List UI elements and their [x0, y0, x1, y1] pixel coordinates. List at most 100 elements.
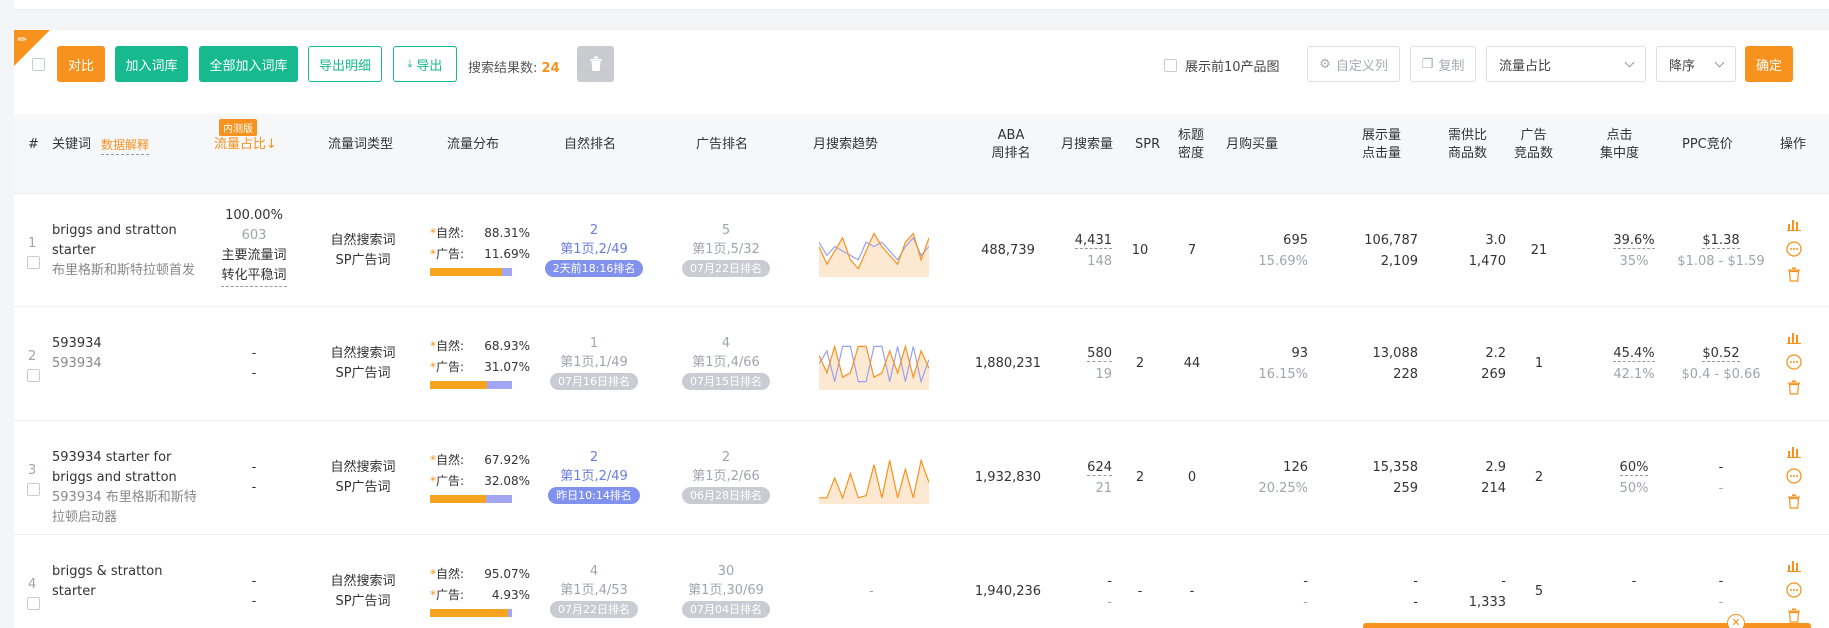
click-conc-value[interactable]: - — [1632, 574, 1637, 589]
data-explain-link[interactable]: 数据解释 — [101, 136, 150, 155]
traffic-share-count: - — [251, 366, 257, 381]
sp-word-label: SP广告词 — [335, 252, 391, 268]
more-icon[interactable] — [1786, 354, 1802, 370]
aba-line1: ABA — [997, 128, 1025, 143]
monthly-search-value[interactable]: - — [1107, 574, 1112, 589]
col-monthly-purchase[interactable]: 月购买量 — [1226, 136, 1278, 154]
sort-order-select[interactable]: 降序 — [1656, 46, 1736, 82]
bar-chart-icon[interactable] — [1787, 330, 1801, 344]
custom-columns-button[interactable]: ⚙ 自定义列 — [1307, 46, 1400, 82]
keyword-text[interactable]: 593934 — [52, 334, 202, 354]
col-impr-click[interactable]: 展示量 点击量 — [1362, 127, 1401, 163]
col-ad-products[interactable]: 广告 竞品数 — [1514, 127, 1553, 163]
close-icon[interactable]: ✕ — [1727, 614, 1745, 628]
col-traffic-share[interactable]: 流量占比↓ — [214, 136, 277, 154]
impr-click-cell: -- — [1324, 571, 1418, 613]
product-count-value: 214 — [1481, 481, 1506, 496]
organic-share-fill — [430, 381, 487, 389]
aba-rank[interactable]: 1,940,236 — [960, 581, 1056, 603]
keyword-text[interactable]: briggs & stratton starter — [52, 562, 202, 602]
click-conc-value[interactable]: 39.6% — [1613, 232, 1655, 249]
monthly-trend-sparkline[interactable] — [819, 338, 929, 390]
organic-rank-num: 4 — [589, 564, 599, 579]
add-to-lexicon-button[interactable]: 加入词库 — [115, 46, 188, 82]
more-icon[interactable] — [1786, 582, 1802, 598]
col-click-conc[interactable]: 点击 集中度 — [1600, 127, 1639, 163]
row-checkbox[interactable] — [27, 369, 40, 382]
compare-button[interactable]: 对比 — [57, 46, 105, 82]
monthly-search-value[interactable]: 580 — [1087, 346, 1112, 362]
ad-rank-cell[interactable]: 2 第1页,2/66 06月28日排名 — [676, 448, 776, 505]
title-density-line2: 密度 — [1178, 146, 1205, 161]
ppc-value[interactable]: - — [1719, 460, 1724, 475]
row-checkbox[interactable] — [27, 255, 40, 269]
monthly-search-value[interactable]: 624 — [1087, 460, 1112, 476]
top10-toggle[interactable]: 展示前10产品图 — [1164, 56, 1280, 75]
top10-checkbox[interactable] — [1164, 59, 1177, 72]
ad-rank-cell[interactable]: 4 第1页,4/66 07月15日排名 — [676, 334, 776, 391]
aba-rank[interactable]: 1,932,830 — [960, 467, 1056, 489]
bar-chart-icon[interactable] — [1787, 217, 1801, 231]
ppc-value[interactable]: - — [1719, 574, 1724, 589]
col-ppc[interactable]: PPC竞价 — [1682, 136, 1733, 154]
export-detail-button[interactable]: 导出明细 — [308, 46, 382, 82]
click-conc-value[interactable]: 45.4% — [1613, 346, 1655, 362]
monthly-trend-sparkline[interactable] — [819, 225, 929, 277]
aba-rank[interactable]: 1,880,231 — [960, 353, 1056, 375]
ppc-range: $1.08 - $1.59 — [1677, 253, 1765, 269]
organic-rank-cell[interactable]: 2 第1页,2/49 2天前18:16排名 — [544, 221, 644, 278]
monthly-trend-sparkline[interactable] — [819, 452, 929, 504]
export-button[interactable]: ⤓ 导出 — [393, 46, 457, 82]
col-spr[interactable]: SPR — [1135, 136, 1160, 154]
aba-rank[interactable]: 488,739 — [960, 240, 1056, 262]
delete-button[interactable] — [577, 46, 614, 82]
col-keyword[interactable]: 关键词 — [52, 136, 91, 154]
supply-ratio-value: 2.9 — [1485, 460, 1506, 475]
supply-demand-cell: 2.9 214 — [1434, 457, 1506, 499]
organic-rank-cell[interactable]: 2 第1页,2/49 昨日10:14排名 — [544, 448, 644, 505]
chevron-down-icon — [1624, 57, 1635, 67]
ad-dist-line: *广告: 31.07% — [430, 357, 530, 378]
purchase-rate: 15.69% — [1258, 253, 1308, 269]
ad-rank-cell[interactable]: 5 第1页,5/32 07月22日排名 — [676, 221, 776, 278]
impr-click-cell: 106,787 2,109 — [1324, 230, 1418, 272]
trash-icon[interactable] — [1787, 608, 1801, 623]
click-conc-value[interactable]: 60% — [1619, 460, 1649, 476]
ppc-value[interactable]: $0.52 — [1702, 346, 1740, 362]
more-icon[interactable] — [1786, 468, 1802, 484]
col-title-density[interactable]: 标题 密度 — [1178, 127, 1204, 163]
ppc-range: - — [1718, 481, 1724, 496]
bar-chart-icon[interactable] — [1787, 444, 1801, 458]
add-all-to-lexicon-button[interactable]: 全部加入词库 — [199, 46, 298, 82]
ad-rank-cell[interactable]: 30 第1页,30/69 07月04日排名 — [676, 562, 776, 619]
toolbar: 对比 加入词库 全部加入词库 导出明细 ⤓ 导出 搜索结果数: 24 展示前10产… — [14, 30, 1829, 102]
row-checkbox[interactable] — [27, 483, 40, 496]
trash-icon[interactable] — [1787, 380, 1801, 395]
organic-prefix: 自然: — [436, 453, 465, 467]
bar-chart-icon[interactable] — [1787, 558, 1801, 572]
traffic-dist-cell: *自然: 68.93% *广告: 31.07% — [430, 336, 530, 389]
row-checkbox[interactable] — [27, 597, 40, 610]
confirm-button[interactable]: 确定 — [1745, 46, 1793, 82]
sort-field-select[interactable]: 流量占比 — [1486, 46, 1646, 82]
trash-icon[interactable] — [1787, 267, 1801, 282]
ad-dist-label: *广告: — [430, 357, 464, 378]
col-supply-demand[interactable]: 需供比 商品数 — [1448, 127, 1487, 163]
col-aba[interactable]: ABA 周排名 — [986, 127, 1036, 163]
product-count-value: 269 — [1481, 367, 1506, 382]
trash-icon[interactable] — [1787, 494, 1801, 509]
traffic-share-count: - — [251, 594, 257, 609]
ppc-value[interactable]: $1.38 — [1702, 232, 1740, 249]
monthly-search-value[interactable]: 4,431 — [1074, 232, 1112, 249]
col-monthly-search[interactable]: 月搜索量 — [1061, 136, 1113, 154]
col-organic-rank: 自然排名 — [564, 137, 617, 152]
copy-button[interactable]: ❐ 复制 — [1410, 46, 1476, 82]
organic-rank-cell[interactable]: 4 第1页,4/53 07月22日排名 — [544, 562, 644, 619]
keyword-text[interactable]: 593934 starter for briggs and stratton — [52, 448, 202, 488]
organic-rank-cell[interactable]: 1 第1页,1/49 07月16日排名 — [544, 334, 644, 391]
organic-rank-badge: 07月16日排名 — [550, 373, 638, 390]
select-all-checkbox[interactable] — [32, 58, 45, 71]
traffic-share-cell: -- — [204, 572, 304, 612]
more-icon[interactable] — [1786, 240, 1802, 257]
keyword-text[interactable]: briggs and stratton starter — [52, 221, 202, 261]
